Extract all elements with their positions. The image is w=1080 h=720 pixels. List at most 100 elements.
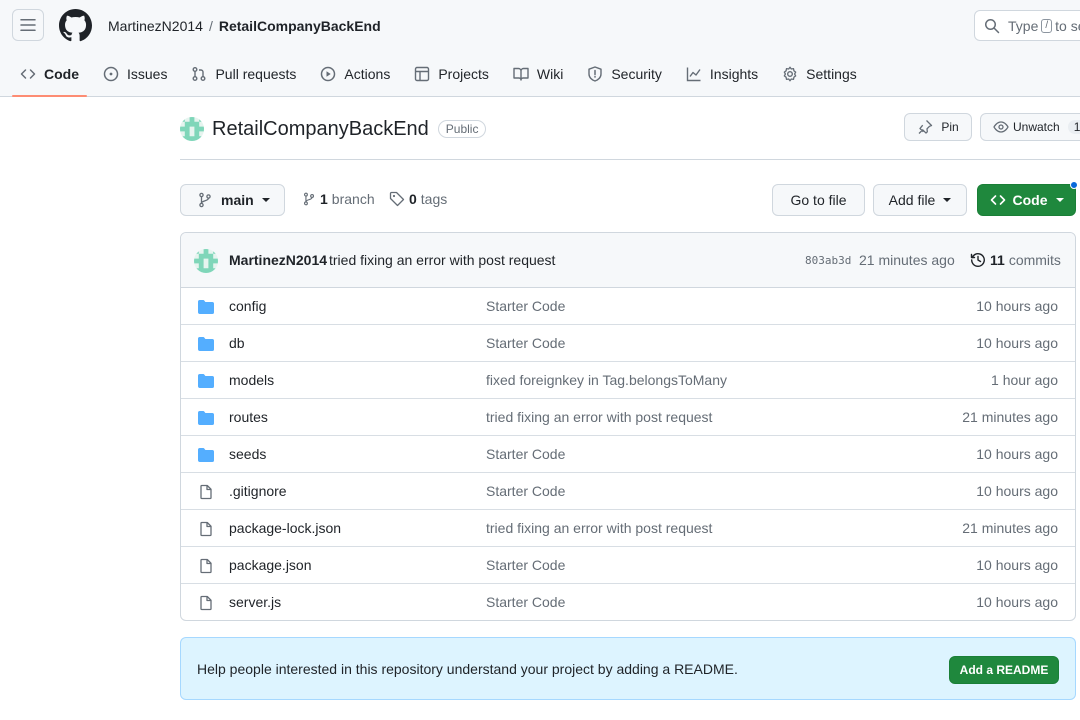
file-name-link[interactable]: seeds xyxy=(229,446,266,462)
search-icon xyxy=(985,18,1000,33)
tab-projects[interactable]: Projects xyxy=(406,56,497,92)
pin-icon xyxy=(918,120,933,134)
file-browser: MartinezN2014 tried fixing an error with… xyxy=(180,232,1076,621)
identicon-icon xyxy=(180,117,204,141)
commit-history-link[interactable]: 11 commits xyxy=(970,252,1061,268)
tag-count: 0 xyxy=(409,191,417,207)
file-commit-time: 10 hours ago xyxy=(976,594,1058,610)
repo-header: MartinezN2014 / RetailCompanyBackEnd Type /… xyxy=(0,0,1080,97)
file-name-link[interactable]: models xyxy=(229,372,274,388)
file-icon xyxy=(200,558,212,574)
add-file-button[interactable]: Add file xyxy=(873,184,967,216)
tag-word: tags xyxy=(420,191,448,207)
github-logo-icon[interactable] xyxy=(59,9,92,42)
tab-label: Pull requests xyxy=(215,66,297,82)
file-commit-message-link[interactable]: Starter Code xyxy=(486,298,565,314)
notification-dot xyxy=(1070,181,1078,189)
add-readme-button[interactable]: Add a README xyxy=(949,656,1059,684)
pin-button[interactable]: Pin xyxy=(904,113,972,141)
tab-settings[interactable]: Settings xyxy=(774,56,865,92)
file-commit-message-link[interactable]: tried fixing an error with post request xyxy=(486,520,712,536)
folder-icon xyxy=(198,411,214,425)
file-list: config Starter Code 10 hours ago db Starter … xyxy=(181,288,1075,620)
tab-label: Code xyxy=(44,66,79,82)
git-branch-icon xyxy=(199,192,211,208)
breadcrumb: MartinezN2014 / RetailCompanyBackEnd xyxy=(108,17,381,35)
file-commit-message-link[interactable]: Starter Code xyxy=(486,557,565,573)
breadcrumb-separator: / xyxy=(208,18,213,34)
commit-author-avatar[interactable] xyxy=(194,249,218,273)
directory-row[interactable]: config Starter Code 10 hours ago xyxy=(181,288,1075,325)
file-commit-message-link[interactable]: Starter Code xyxy=(486,335,565,351)
file-commit-message-link[interactable]: Starter Code xyxy=(486,483,565,499)
search-placeholder-suffix: to search xyxy=(1055,17,1080,34)
latest-commit-row: MartinezN2014 tried fixing an error with… xyxy=(181,233,1075,288)
code-icon xyxy=(20,69,36,79)
file-row[interactable]: package-lock.json tried fixing an error w… xyxy=(181,510,1075,547)
code-button-label: Code xyxy=(1012,192,1048,208)
code-icon xyxy=(990,195,1005,205)
branches-link[interactable]: 1 branch xyxy=(302,191,375,207)
file-name-link[interactable]: package.json xyxy=(229,557,312,573)
unwatch-button[interactable]: Unwatch 1 xyxy=(980,113,1080,141)
tab-issues[interactable]: Issues xyxy=(95,56,175,92)
tags-link[interactable]: 0 tags xyxy=(389,191,447,207)
tab-label: Wiki xyxy=(536,66,564,82)
repo-title-row: RetailCompanyBackEnd Public xyxy=(180,113,487,145)
commit-word: commits xyxy=(1008,252,1061,268)
tab-pull-requests[interactable]: Pull requests xyxy=(183,56,304,92)
tab-insights[interactable]: Insights xyxy=(678,56,766,92)
commit-sha-link[interactable]: 803ab3d xyxy=(805,254,851,267)
history-icon xyxy=(970,253,985,268)
file-name-link[interactable]: routes xyxy=(229,409,268,425)
watcher-count: 1 xyxy=(1067,120,1080,134)
commit-author-link[interactable]: MartinezN2014 xyxy=(229,252,327,268)
file-row[interactable]: server.js Starter Code 10 hours ago xyxy=(181,584,1075,620)
file-name-link[interactable]: config xyxy=(229,298,266,314)
breadcrumb-repo-link[interactable]: RetailCompanyBackEnd xyxy=(219,18,381,34)
eye-icon xyxy=(993,121,1009,133)
play-icon xyxy=(321,66,336,82)
breadcrumb-owner-link[interactable]: MartinezN2014 xyxy=(108,18,203,34)
file-commit-message-link[interactable]: fixed foreignkey in Tag.belongsToMany xyxy=(486,372,727,388)
file-name-link[interactable]: db xyxy=(229,335,245,351)
graph-icon xyxy=(686,67,701,82)
file-name-link[interactable]: server.js xyxy=(229,594,281,610)
directory-row[interactable]: db Starter Code 10 hours ago xyxy=(181,325,1075,362)
tab-security[interactable]: Security xyxy=(579,56,670,92)
unwatch-label: Unwatch xyxy=(1013,120,1060,134)
visibility-badge: Public xyxy=(437,120,487,138)
file-commit-message-link[interactable]: Starter Code xyxy=(486,594,565,610)
file-name-link[interactable]: package-lock.json xyxy=(229,520,341,536)
file-icon xyxy=(200,521,212,537)
directory-row[interactable]: seeds Starter Code 10 hours ago xyxy=(181,436,1075,473)
tab-label: Projects xyxy=(438,66,489,82)
tab-label: Insights xyxy=(709,66,759,82)
file-commit-message-link[interactable]: Starter Code xyxy=(486,446,565,462)
file-commit-message-link[interactable]: tried fixing an error with post request xyxy=(486,409,712,425)
file-icon xyxy=(200,484,212,500)
file-name-link[interactable]: .gitignore xyxy=(229,483,287,499)
hamburger-icon xyxy=(20,19,36,31)
git-pull-request-icon xyxy=(192,67,206,81)
branch-select-button[interactable]: main xyxy=(180,184,285,216)
directory-row[interactable]: routes tried fixing an error with post re… xyxy=(181,399,1075,436)
directory-row[interactable]: models fixed foreignkey in Tag.belongsToM… xyxy=(181,362,1075,399)
branch-word: branch xyxy=(331,191,375,207)
repo-owner-avatar[interactable] xyxy=(180,117,204,141)
commit-message-link[interactable]: tried fixing an error with post request xyxy=(329,252,555,268)
issue-opened-icon xyxy=(103,66,119,82)
header-divider xyxy=(180,159,1080,160)
code-dropdown-button[interactable]: Code xyxy=(977,184,1076,216)
file-commit-time: 10 hours ago xyxy=(976,335,1058,351)
search-input[interactable]: Type/to search xyxy=(974,10,1080,41)
file-row[interactable]: .gitignore Starter Code 10 hours ago xyxy=(181,473,1075,510)
file-row[interactable]: package.json Starter Code 10 hours ago xyxy=(181,547,1075,584)
menu-button[interactable] xyxy=(12,9,44,41)
repo-name-link[interactable]: RetailCompanyBackEnd xyxy=(212,118,429,141)
go-to-file-button[interactable]: Go to file xyxy=(772,184,865,216)
table-icon xyxy=(415,66,430,82)
tab-actions[interactable]: Actions xyxy=(312,56,398,92)
tab-wiki[interactable]: Wiki xyxy=(505,56,571,92)
tab-code[interactable]: Code xyxy=(12,56,87,97)
